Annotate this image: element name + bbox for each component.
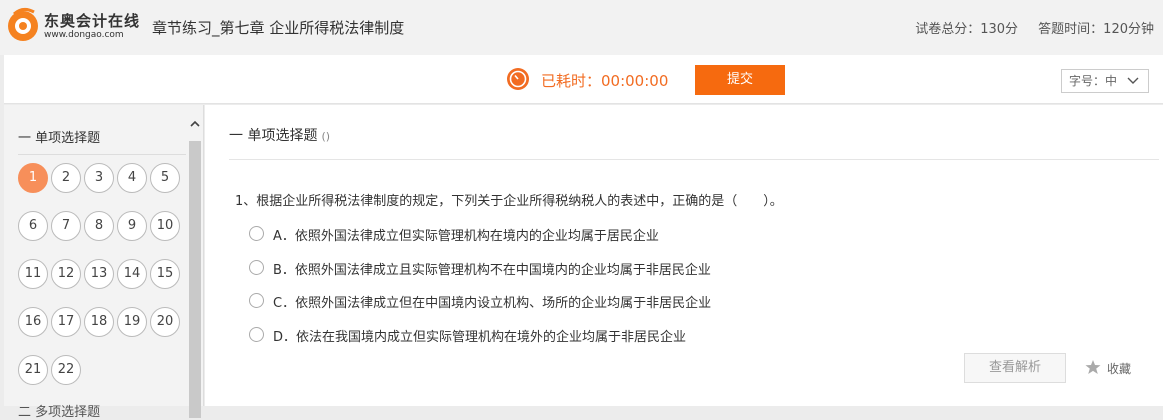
scroll-up-icon[interactable] bbox=[189, 117, 201, 131]
question-number-9[interactable]: 9 bbox=[117, 211, 147, 241]
section-divider bbox=[229, 159, 1159, 160]
question-number-22[interactable]: 22 bbox=[51, 355, 81, 385]
question-navigator: 一 单项选择题 1 2 3 4 5 6 7 8 9 10 11 12 13 14 15 16 17 18 19 20 2… bbox=[4, 105, 204, 420]
view-analysis-button[interactable]: 查看解析 bbox=[964, 353, 1066, 383]
option-label: B．依照外国法律成立且实际管理机构不在中国境内的企业均属于非居民企业 bbox=[273, 263, 711, 278]
option-label: A．依照外国法律成立但实际管理机构在境内的企业均属于居民企业 bbox=[273, 229, 659, 244]
radio-button[interactable] bbox=[249, 226, 264, 241]
question-number-4[interactable]: 4 bbox=[117, 163, 147, 193]
question-number-11[interactable]: 11 bbox=[18, 259, 48, 289]
question-number-12[interactable]: 12 bbox=[51, 259, 81, 289]
nav-scrollbar[interactable] bbox=[188, 117, 202, 418]
exam-duration: 答题时间：120分钟 bbox=[1038, 22, 1154, 37]
section-subtitle: () bbox=[321, 130, 331, 143]
question-number-15[interactable]: 15 bbox=[150, 259, 180, 289]
scroll-thumb[interactable] bbox=[189, 141, 201, 418]
favorite-label: 收藏 bbox=[1107, 362, 1132, 376]
question-number-5[interactable]: 5 bbox=[150, 163, 180, 193]
question-number-8[interactable]: 8 bbox=[84, 211, 114, 241]
total-score: 试卷总分：130分 bbox=[915, 22, 1019, 37]
question-number-18[interactable]: 18 bbox=[84, 307, 114, 337]
star-icon bbox=[1085, 360, 1101, 374]
question-number-14[interactable]: 14 bbox=[117, 259, 147, 289]
question-number-13[interactable]: 13 bbox=[84, 259, 114, 289]
option-label: C．依照外国法律成立但在中国境内设立机构、场所的企业均属于非居民企业 bbox=[273, 296, 712, 311]
font-size-select[interactable]: 字号：中 bbox=[1061, 69, 1149, 93]
toolbar: 已耗时：00:00:00 提交 字号：中 bbox=[4, 55, 1163, 104]
question-number-7[interactable]: 7 bbox=[51, 211, 81, 241]
logo-url: www.dongao.com bbox=[44, 30, 124, 40]
clock-icon bbox=[507, 68, 529, 90]
top-header: 东奥会计在线 www.dongao.com 章节练习_第七章 企业所得税法律制度… bbox=[0, 0, 1163, 55]
section-title: 一 单项选择题 bbox=[229, 128, 318, 144]
question-number-6[interactable]: 6 bbox=[18, 211, 48, 241]
question-number-16[interactable]: 16 bbox=[18, 307, 48, 337]
radio-button[interactable] bbox=[249, 293, 264, 308]
question-number-10[interactable]: 10 bbox=[150, 211, 180, 241]
question-number-3[interactable]: 3 bbox=[84, 163, 114, 193]
submit-button[interactable]: 提交 bbox=[695, 65, 785, 95]
elapsed-timer: 已耗时：00:00:00 bbox=[541, 72, 669, 90]
question-number-1[interactable]: 1 bbox=[18, 163, 48, 193]
page-title: 章节练习_第七章 企业所得税法律制度 bbox=[152, 19, 405, 37]
logo-text: 东奥会计在线 bbox=[44, 12, 141, 30]
logo[interactable]: 东奥会计在线 www.dongao.com bbox=[4, 6, 139, 46]
section-heading: 一 单项选择题() bbox=[229, 125, 330, 145]
question-number-19[interactable]: 19 bbox=[117, 307, 147, 337]
question-number-21[interactable]: 21 bbox=[18, 355, 48, 385]
nav-section-label: 一 单项选择题 bbox=[18, 127, 186, 155]
font-size-value: 字号：中 bbox=[1069, 74, 1118, 88]
logo-mark-icon bbox=[8, 7, 38, 41]
question-number-20[interactable]: 20 bbox=[150, 307, 180, 337]
question-text: 1、根据企业所得税法律制度的规定，下列关于企业所得税纳税人的表述中，正确的是（ … bbox=[235, 194, 783, 209]
chevron-down-icon bbox=[1127, 77, 1139, 84]
exam-meta: 试卷总分：130分 答题时间：120分钟 bbox=[899, 18, 1154, 37]
radio-button[interactable] bbox=[249, 327, 264, 342]
nav-next-section-label: 二 多项选择题 bbox=[18, 405, 101, 420]
option-label: D．依法在我国境内成立但实际管理机构在境外的企业均属于非居民企业 bbox=[273, 330, 687, 345]
question-number-2[interactable]: 2 bbox=[51, 163, 81, 193]
question-content: 一 单项选择题() 1、根据企业所得税法律制度的规定，下列关于企业所得税纳税人的… bbox=[205, 105, 1163, 406]
radio-button[interactable] bbox=[249, 260, 264, 275]
question-number-17[interactable]: 17 bbox=[51, 307, 81, 337]
